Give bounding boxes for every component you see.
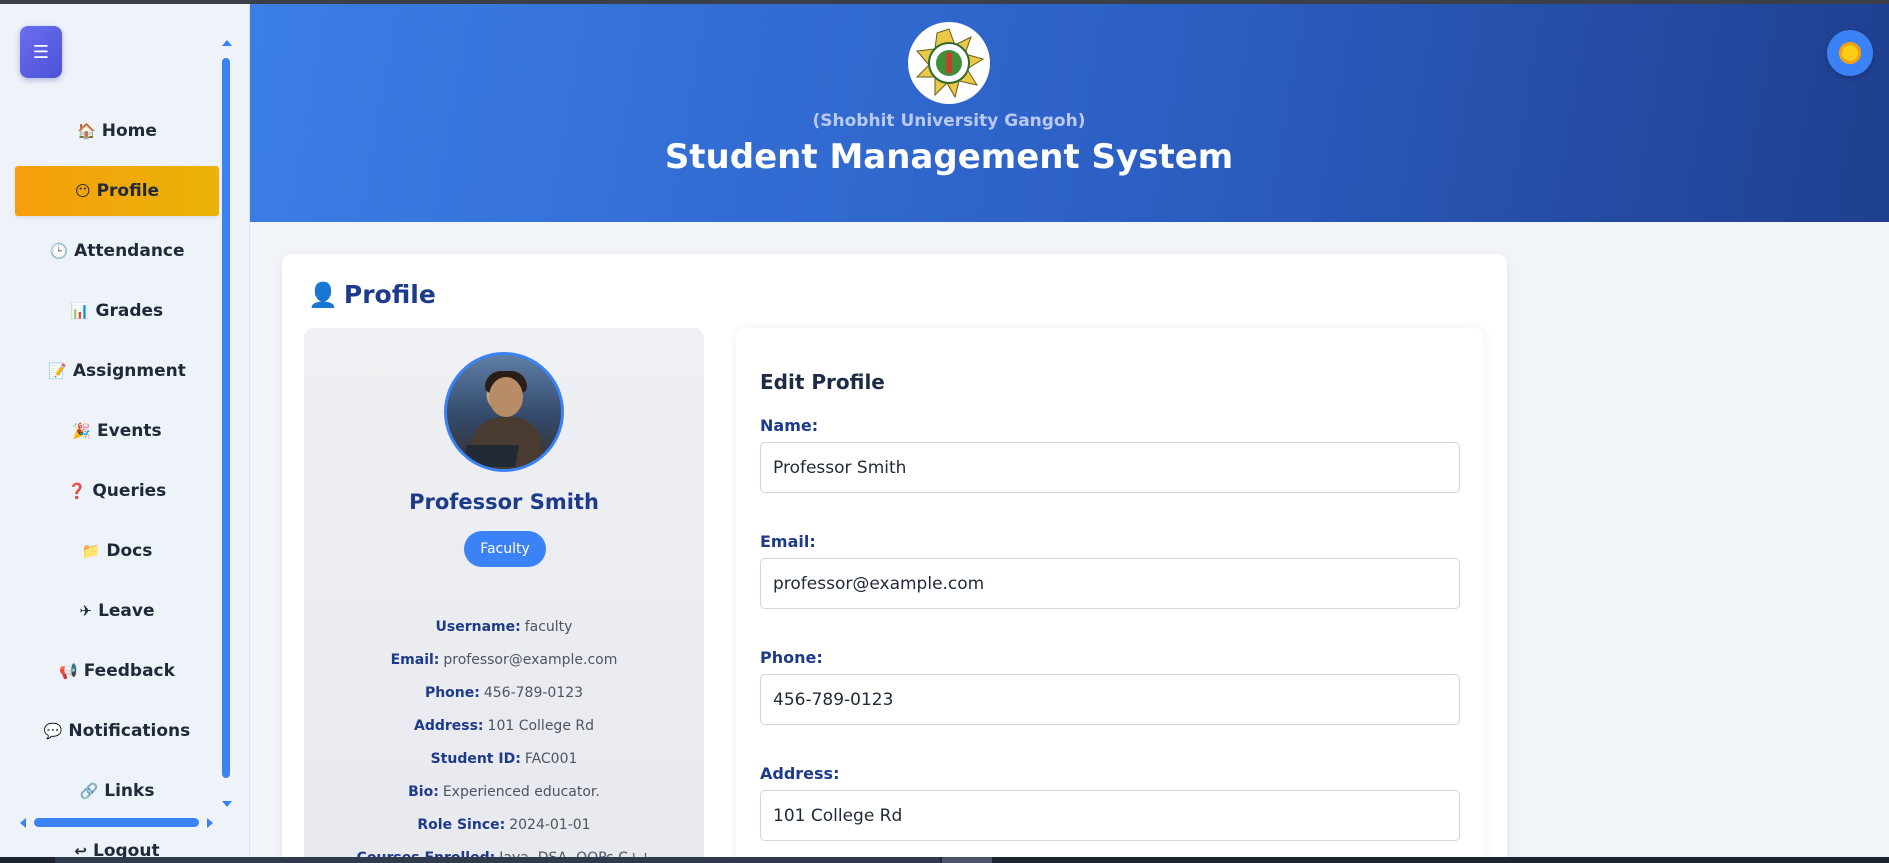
sidebar-item-links[interactable]: 🔗 Links	[15, 766, 219, 816]
sidebar-item-notifications[interactable]: 💬 Notifications	[15, 706, 219, 756]
scroll-down-arrow-icon[interactable]	[222, 801, 232, 807]
profile-name: Professor Smith	[409, 490, 599, 514]
name-input[interactable]	[760, 442, 1460, 493]
vertical-scrollbar[interactable]	[222, 58, 230, 778]
email-input[interactable]	[760, 558, 1460, 609]
sidebar-item-home[interactable]: 🏠 Home	[15, 106, 219, 156]
university-seal-icon	[908, 22, 990, 104]
sidebar-item-label: Logout	[92, 841, 160, 857]
sidebar-item-attendance[interactable]: 🕒 Attendance	[15, 226, 219, 276]
sidebar-item-label: Feedback	[83, 661, 175, 681]
sidebar-item-profile[interactable]: 😶 Profile	[15, 166, 219, 216]
window-bottom-edge	[0, 857, 1889, 863]
bar-chart-icon: 📊	[70, 302, 90, 320]
scroll-left-arrow-icon[interactable]	[20, 818, 26, 828]
sidebar-item-label: Attendance	[74, 241, 185, 261]
phone-input[interactable]	[760, 674, 1460, 725]
sidebar-item-label: Home	[101, 121, 157, 141]
speech-bubble-icon: 💬	[43, 722, 63, 740]
address-label: Address:	[760, 764, 840, 783]
sidebar-item-label: Notifications	[68, 721, 191, 741]
face-icon: 😶	[74, 182, 91, 200]
sidebar-item-leave[interactable]: ✈ Leave	[15, 586, 219, 636]
megaphone-icon: 📢	[59, 662, 78, 680]
edit-profile-form: Edit Profile Name: Email: Phone: Address…	[736, 328, 1484, 863]
phone-label: Phone:	[760, 648, 823, 667]
memo-icon: 📝	[48, 362, 67, 380]
detail-bio: Bio: Experienced educator.	[408, 784, 600, 800]
page-header: (Shobhit University Gangoh) Student Mana…	[250, 4, 1889, 222]
user-silhouette-icon: 👤	[308, 280, 338, 309]
email-field-group: Email:	[760, 532, 1460, 609]
sidebar-item-label: Docs	[106, 541, 153, 561]
sidebar: ☰ 🏠 Home 😶 Profile 🕒 Attendance 📊 Grades…	[0, 4, 250, 857]
window-top-edge	[0, 0, 1889, 4]
seal-graphic	[915, 28, 985, 99]
detail-phone: Phone: 456-789-0123	[424, 685, 584, 701]
address-input[interactable]	[760, 790, 1460, 841]
phone-field-group: Phone:	[760, 648, 1460, 725]
name-field-group: Name:	[760, 416, 1460, 493]
clock-icon: 🕒	[49, 242, 69, 260]
party-popper-icon: 🎉	[72, 422, 92, 440]
scroll-right-arrow-icon[interactable]	[207, 818, 213, 828]
section-title: 👤 Profile	[308, 280, 436, 309]
edit-profile-title: Edit Profile	[760, 370, 885, 394]
profile-details: Username: faculty Email: professor@example…	[304, 618, 704, 863]
address-field-group: Address:	[760, 764, 1460, 841]
sidebar-item-label: Assignment	[72, 361, 186, 381]
detail-username: Username: faculty	[435, 619, 573, 635]
sidebar-item-label: Events	[97, 421, 162, 441]
section-title-text: Profile	[343, 280, 436, 309]
folder-icon: 📁	[81, 542, 101, 560]
sun-icon	[1839, 42, 1861, 64]
sidebar-item-label: Grades	[95, 301, 164, 321]
detail-email: Email: professor@example.com	[390, 652, 618, 668]
sidebar-item-events[interactable]: 🎉 Events	[15, 406, 219, 456]
sidebar-item-docs[interactable]: 📁 Docs	[15, 526, 219, 576]
university-name: (Shobhit University Gangoh)	[812, 111, 1086, 131]
profile-summary: Professor Smith Faculty Username: faculty…	[304, 328, 704, 863]
avatar	[444, 352, 564, 472]
page-title: Student Management System	[664, 137, 1234, 177]
profile-card: 👤 Profile Professor Smith Faculty Userna…	[282, 254, 1507, 863]
name-label: Name:	[760, 416, 819, 435]
email-label: Email:	[760, 532, 816, 551]
sidebar-item-label: Links	[104, 781, 155, 801]
scroll-up-arrow-icon[interactable]	[222, 40, 232, 46]
home-icon: 🏠	[77, 122, 96, 140]
question-icon: ❓	[67, 482, 87, 500]
theme-toggle-button[interactable]	[1827, 30, 1873, 76]
horizontal-scrollbar[interactable]	[34, 818, 199, 827]
detail-role-since: Role Since: 2024-01-01	[417, 817, 591, 833]
sidebar-item-label: Leave	[98, 601, 155, 621]
detail-address: Address: 101 College Rd	[413, 718, 595, 734]
airplane-icon: ✈	[79, 602, 93, 620]
sidebar-item-label: Profile	[96, 181, 160, 201]
sidebar-item-assignment[interactable]: 📝 Assignment	[15, 346, 219, 396]
return-arrow-icon: ↩	[74, 842, 87, 857]
hamburger-menu-icon[interactable]: ☰	[20, 26, 62, 78]
link-icon: 🔗	[79, 782, 99, 800]
sidebar-item-label: Queries	[92, 481, 167, 501]
sidebar-item-feedback[interactable]: 📢 Feedback	[15, 646, 219, 696]
sidebar-item-logout[interactable]: ↩ Logout	[15, 826, 219, 857]
sidebar-item-grades[interactable]: 📊 Grades	[15, 286, 219, 336]
sidebar-nav: 🏠 Home 😶 Profile 🕒 Attendance 📊 Grades 📝…	[15, 106, 219, 857]
sidebar-item-queries[interactable]: ❓ Queries	[15, 466, 219, 516]
role-badge: Faculty	[464, 531, 546, 567]
detail-student-id: Student ID: FAC001	[430, 751, 578, 767]
